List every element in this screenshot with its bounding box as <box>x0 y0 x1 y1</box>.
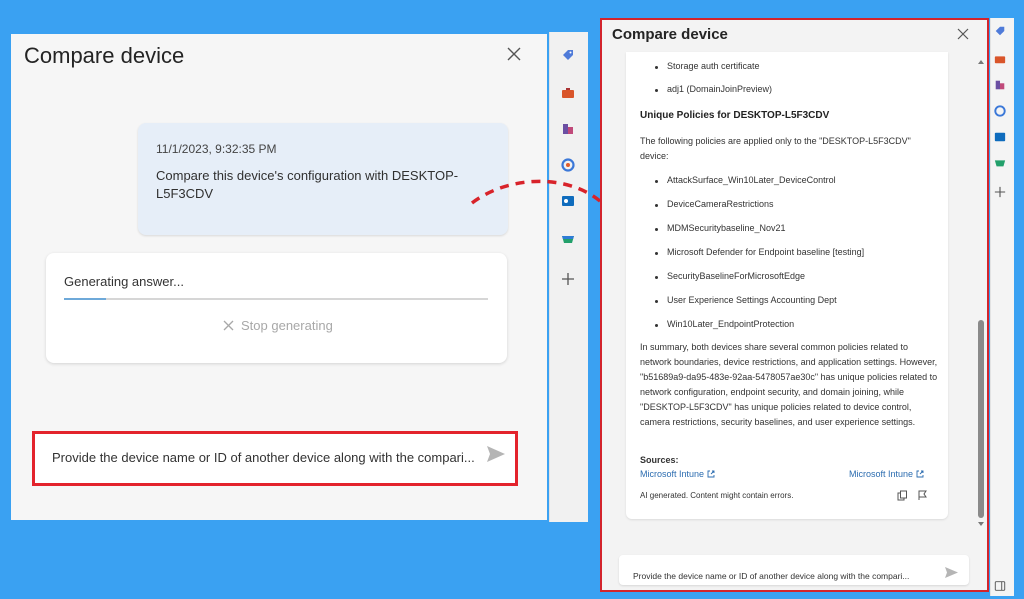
list-bullet <box>655 252 658 255</box>
list-bullet <box>655 66 658 69</box>
list-bullet <box>655 228 658 231</box>
message-text: Compare this device's configuration with… <box>156 168 459 201</box>
close-icon[interactable] <box>505 45 523 63</box>
list-bullet <box>655 204 658 207</box>
progress-fill <box>64 298 107 300</box>
prompt-input-placeholder[interactable]: Provide the device name or ID of another… <box>52 450 475 465</box>
list-bullet <box>655 276 658 279</box>
sources-label: Sources: <box>640 455 679 465</box>
list-item: adj1 (DomainJoinPreview) <box>667 84 773 94</box>
close-icon[interactable] <box>957 28 969 40</box>
right-panel-title: Compare device <box>612 26 728 43</box>
source-link[interactable]: Microsoft Intune <box>640 469 715 479</box>
sidebar-toggle-icon[interactable] <box>994 580 1006 592</box>
outlook-icon[interactable] <box>994 131 1006 143</box>
generating-text: Generating answer... <box>64 274 184 289</box>
policy-item: User Experience Settings Accounting Dept <box>667 295 837 305</box>
policy-item: Win10Later_EndpointProtection <box>667 319 795 329</box>
source-link-label[interactable]: Microsoft Intune <box>849 469 913 479</box>
policy-item: Microsoft Defender for Endpoint baseline… <box>667 247 865 257</box>
office-icon[interactable] <box>994 105 1006 117</box>
left-panel-title: Compare device <box>24 43 185 68</box>
tag-icon[interactable] <box>561 48 575 62</box>
summary-text: In summary, both devices share several c… <box>640 342 938 427</box>
prompt-input-placeholder[interactable]: Provide the device name or ID of another… <box>633 571 909 581</box>
plus-icon[interactable] <box>994 186 1006 198</box>
policy-item: MDMSecuritybaseline_Nov21 <box>667 223 786 233</box>
message-timestamp: 11/1/2023, 9:32:35 PM <box>156 142 277 156</box>
list-bullet <box>655 89 658 92</box>
source-link-label[interactable]: Microsoft Intune <box>640 469 704 479</box>
policy-item: SecurityBaselineForMicrosoftEdge <box>667 271 806 281</box>
unique-policies-heading: Unique Policies for DESKTOP-L5F3CDV <box>640 110 830 121</box>
chess-icon[interactable] <box>561 122 575 136</box>
ai-disclaimer: AI generated. Content might contain erro… <box>640 491 794 500</box>
shopping-icon[interactable] <box>994 157 1006 169</box>
scrollbar-thumb[interactable] <box>978 320 984 518</box>
tag-icon[interactable] <box>994 25 1006 37</box>
chess-icon[interactable] <box>994 79 1006 91</box>
external-link-icon <box>707 470 715 478</box>
stop-generating-button[interactable]: Stop generating <box>222 318 333 333</box>
list-bullet <box>655 180 658 183</box>
list-item: Storage auth certificate <box>667 61 760 71</box>
office-icon[interactable] <box>561 158 575 172</box>
external-link-icon <box>916 470 924 478</box>
toolbox-icon[interactable] <box>994 53 1006 65</box>
feedback-icon[interactable] <box>917 490 928 501</box>
policy-item: AttackSurface_Win10Later_DeviceControl <box>667 175 836 185</box>
stop-icon <box>223 320 234 331</box>
source-link[interactable]: Microsoft Intune <box>849 469 924 479</box>
send-icon[interactable] <box>944 566 959 579</box>
generating-card <box>46 253 507 363</box>
progress-bar <box>64 298 488 300</box>
list-bullet <box>655 324 658 327</box>
intro-text: The following policies are applied only … <box>640 136 911 161</box>
send-icon[interactable] <box>485 444 507 464</box>
policy-item: DeviceCameraRestrictions <box>667 199 774 209</box>
stop-generating-label: Stop generating <box>241 318 333 333</box>
list-bullet <box>655 300 658 303</box>
toolbox-icon[interactable] <box>561 86 575 100</box>
copy-icon[interactable] <box>897 490 908 501</box>
response-card <box>626 52 948 519</box>
